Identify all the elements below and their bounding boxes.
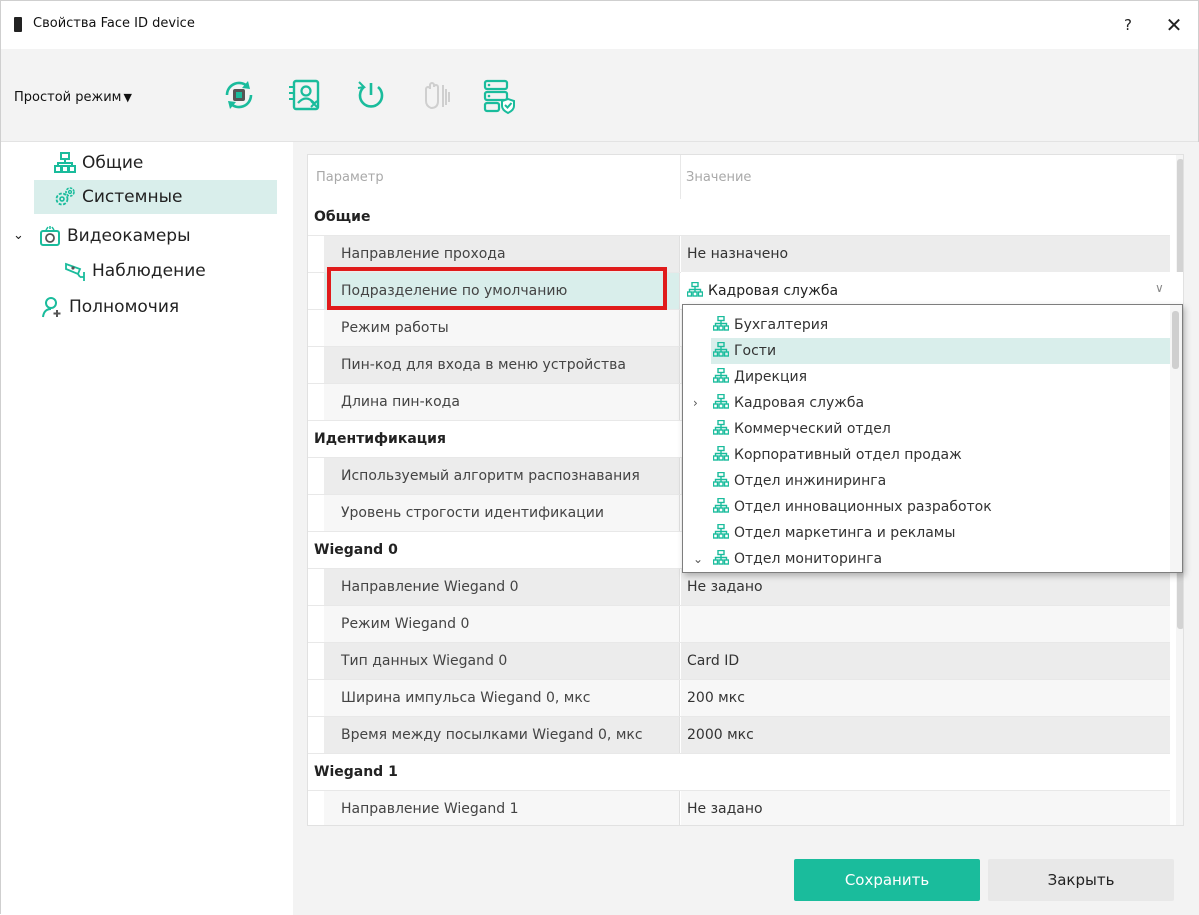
camera-icon xyxy=(39,225,61,247)
row-label: Направление прохода xyxy=(341,246,506,262)
dropdown-item[interactable]: Отдел инжиниринга xyxy=(683,468,1170,494)
scrollbar-thumb[interactable] xyxy=(1172,311,1179,369)
column-header-value: Значение xyxy=(686,170,752,185)
highlight-frame xyxy=(327,267,667,310)
mode-label: Простой режим xyxy=(14,90,122,105)
department-dropdown: Бухгалтерия Гости Дирекция › Кадровая слу… xyxy=(682,304,1183,573)
device-icon xyxy=(14,17,22,32)
grid-header: Параметр Значение xyxy=(308,155,1183,199)
sidebar-item-label: Общие xyxy=(82,153,144,173)
database-check-icon[interactable] xyxy=(480,75,520,115)
mode-selector[interactable]: Простой режим ▼ xyxy=(14,90,132,105)
dropdown-item[interactable]: Отдел маркетинга и рекламы xyxy=(683,520,1170,546)
row-label: Используемый алгоритм распознавания xyxy=(341,468,640,484)
lock-disabled-icon xyxy=(415,75,455,115)
department-icon xyxy=(712,418,730,435)
window-title: Свойства Face ID device xyxy=(33,16,195,31)
row-label: Направление Wiegand 1 xyxy=(341,801,519,817)
save-button[interactable]: Сохранить xyxy=(794,859,980,901)
user-card-icon[interactable] xyxy=(285,75,325,115)
sidebar-item-cameras[interactable]: ⌄ Видеокамеры xyxy=(13,219,191,253)
help-button[interactable]: ? xyxy=(1113,12,1143,38)
dropdown-scrollbar[interactable] xyxy=(1170,305,1182,572)
department-icon xyxy=(712,522,730,539)
dropdown-item[interactable]: Коммерческий отдел xyxy=(683,416,1170,442)
dropdown-item[interactable]: ⌄ Отдел мониторинга xyxy=(683,546,1170,572)
sidebar-item-general[interactable]: Общие xyxy=(54,146,143,180)
dropdown-item[interactable]: Отдел инновационных разработок xyxy=(683,494,1170,520)
dropdown-item[interactable]: › Кадровая служба xyxy=(683,390,1170,416)
row-value: Не задано xyxy=(687,579,763,595)
column-header-param: Параметр xyxy=(316,170,384,185)
department-icon xyxy=(712,392,730,409)
section-wiegand1[interactable]: Wiegand 1 xyxy=(308,754,1170,791)
table-row[interactable]: Тип данных Wiegand 0 Card ID xyxy=(308,643,1170,680)
table-row[interactable]: Направление Wiegand 1 Не задано xyxy=(308,791,1170,825)
sidebar: Общие Системные ⌄ Видеокамеры Наблюдение… xyxy=(1,142,293,915)
row-label: Время между посылками Wiegand 0, мкс xyxy=(341,727,643,743)
table-row[interactable]: Направление Wiegand 0 Не задано xyxy=(308,569,1170,606)
dropdown-item-selected[interactable]: Гости xyxy=(711,338,1170,364)
dropdown-item[interactable]: Бухгалтерия xyxy=(683,312,1170,338)
sidebar-item-surveillance[interactable]: Наблюдение xyxy=(64,254,206,288)
sidebar-item-permissions[interactable]: Полномочия xyxy=(41,290,179,324)
row-value: 200 мкс xyxy=(687,690,745,706)
dropdown-item[interactable]: Корпоративный отдел продаж xyxy=(683,442,1170,468)
sidebar-item-label: Наблюдение xyxy=(92,261,206,281)
caret-down-icon: ▼ xyxy=(123,91,132,104)
restart-icon[interactable] xyxy=(351,75,391,115)
close-window-button[interactable]: ✕ xyxy=(1159,12,1189,38)
settings-gears-icon xyxy=(54,186,76,208)
sidebar-item-label: Видеокамеры xyxy=(67,226,191,246)
toolbar: Простой режим ▼ xyxy=(1,49,1198,142)
combobox-value: Кадровая служба xyxy=(708,283,839,299)
properties-window: Свойства Face ID device ? ✕ Простой режи… xyxy=(0,0,1199,915)
close-button[interactable]: Закрыть xyxy=(988,859,1174,901)
row-label: Режим Wiegand 0 xyxy=(341,616,470,632)
title-bar: Свойства Face ID device ? ✕ xyxy=(1,1,1198,49)
department-icon xyxy=(712,340,730,357)
cctv-icon xyxy=(64,260,86,282)
row-value: 2000 мкс xyxy=(687,727,754,743)
table-row[interactable]: Режим Wiegand 0 xyxy=(308,606,1170,643)
row-value: Не назначено xyxy=(687,246,789,262)
network-icon xyxy=(54,152,76,174)
chevron-right-icon[interactable]: › xyxy=(693,390,698,416)
department-icon xyxy=(712,314,730,331)
user-add-icon xyxy=(41,296,63,318)
department-icon xyxy=(712,496,730,513)
row-label: Уровень строгости идентификации xyxy=(341,505,604,521)
sidebar-item-label: Полномочия xyxy=(69,297,180,317)
department-icon xyxy=(712,444,730,461)
row-label: Тип данных Wiegand 0 xyxy=(341,653,508,669)
sidebar-item-system[interactable]: Системные xyxy=(34,180,277,214)
chevron-down-icon[interactable]: ∨ xyxy=(1155,281,1164,295)
department-icon xyxy=(712,470,730,487)
dropdown-item[interactable]: Дирекция xyxy=(683,364,1170,390)
table-row[interactable]: Время между посылками Wiegand 0, мкс 200… xyxy=(308,717,1170,754)
row-value: Не задано xyxy=(687,801,763,817)
department-icon xyxy=(712,366,730,383)
row-label: Направление Wiegand 0 xyxy=(341,579,519,595)
row-label: Пин-код для входа в меню устройства xyxy=(341,357,626,373)
sidebar-item-label: Системные xyxy=(82,187,183,207)
chevron-down-icon[interactable]: ⌄ xyxy=(693,546,703,572)
sync-device-icon[interactable] xyxy=(219,75,259,115)
section-general[interactable]: Общие xyxy=(308,199,1170,236)
row-label: Длина пин-кода xyxy=(341,394,460,410)
department-icon xyxy=(686,281,704,297)
row-value: Card ID xyxy=(687,653,740,669)
chevron-down-icon[interactable]: ⌄ xyxy=(13,219,24,253)
department-icon xyxy=(712,548,730,565)
table-row[interactable]: Ширина импульса Wiegand 0, мкс 200 мкс xyxy=(308,680,1170,717)
row-label: Ширина импульса Wiegand 0, мкс xyxy=(341,690,591,706)
row-label: Режим работы xyxy=(341,320,449,336)
